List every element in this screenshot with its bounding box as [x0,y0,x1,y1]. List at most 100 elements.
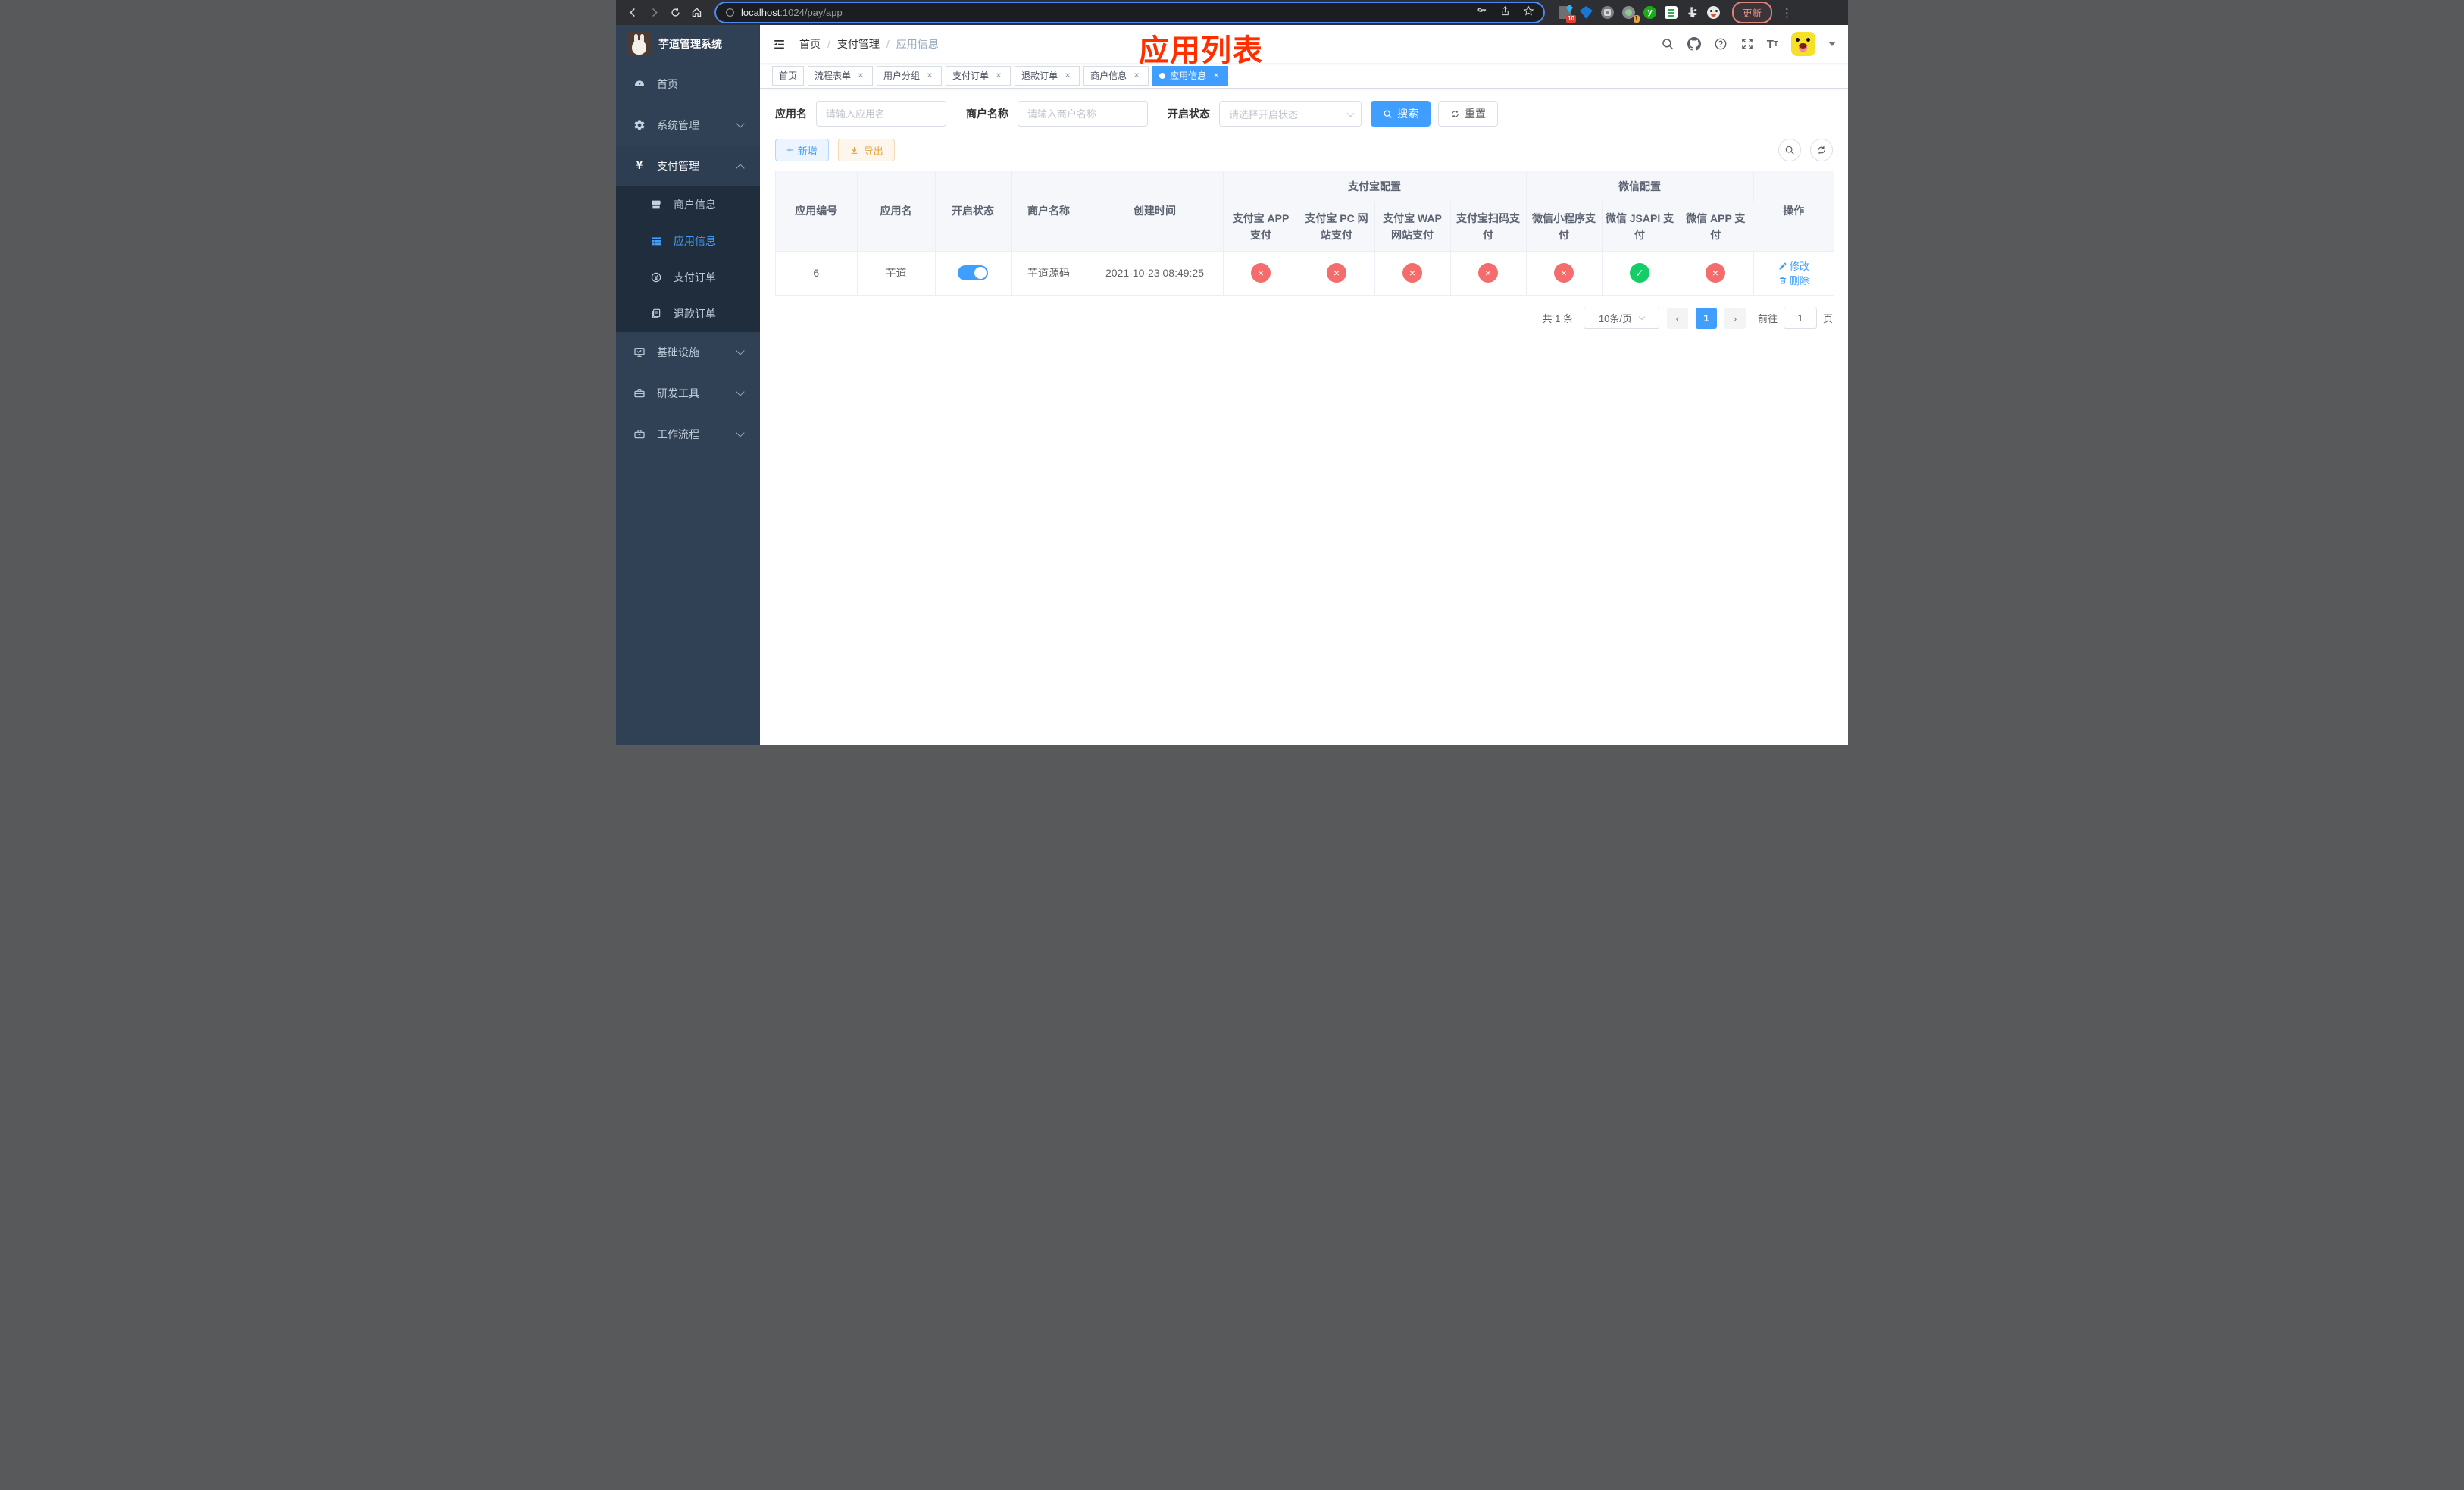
bookmark-star-icon[interactable] [1523,5,1534,20]
user-menu-caret-icon[interactable] [1828,42,1836,46]
browser-reload-button[interactable] [666,4,684,22]
close-icon[interactable]: × [1131,70,1142,81]
extension-badge: 1 [1633,15,1640,23]
browser-chrome: localhost:1024/pay/app 10 1 y 更新 ⋮ [616,0,1848,25]
sidebar-item-payment[interactable]: ¥ 支付管理 [616,146,760,186]
sidebar-item-home[interactable]: 首页 [616,64,760,105]
extension-icon-command[interactable] [1601,6,1614,19]
sidebar-item-system[interactable]: 系统管理 [616,105,760,146]
key-icon[interactable] [1476,5,1487,20]
sidebar-item-workflow[interactable]: 工作流程 [616,414,760,455]
browser-back-button[interactable] [624,4,642,22]
sidebar-item-dev-tools[interactable]: 研发工具 [616,373,760,414]
chevron-up-icon [736,164,745,173]
tag-user-group[interactable]: 用户分组 × [877,65,943,86]
toggle-search-button[interactable] [1778,139,1801,161]
sidebar-collapse-icon[interactable] [772,36,787,52]
chevron-down-icon [736,428,745,437]
search-icon[interactable] [1661,37,1674,51]
app-logo[interactable]: 芋道管理系统 [616,25,760,63]
tag-label: 用户分组 [883,70,921,81]
browser-home-button[interactable] [687,4,705,22]
help-icon[interactable] [1714,37,1728,51]
profile-avatar-icon[interactable] [1707,6,1720,19]
breadcrumb-separator: / [886,38,890,50]
status-badge-alipay-wap: × [1402,263,1422,283]
tag-refund-orders[interactable]: 退款订单 × [1015,65,1080,86]
share-icon[interactable] [1499,5,1511,20]
column-header-merchant: 商户名称 [1011,171,1087,252]
extensions-puzzle-icon[interactable] [1686,6,1699,19]
documents-icon [649,308,663,320]
prev-page-button[interactable]: ‹ [1666,307,1688,329]
search-button-label: 搜索 [1397,108,1418,120]
sidebar-item-refund-orders[interactable]: 退款订单 [616,296,760,332]
merchant-name-input[interactable] [1018,101,1148,127]
status-select[interactable]: 请选择开启状态 [1219,101,1362,127]
url-text: localhost:1024/pay/app [741,7,843,18]
shop-icon [649,199,663,211]
extension-icon-recorder[interactable]: 1 [1622,6,1640,23]
site-info-icon[interactable] [725,8,735,17]
dashboard-icon [633,78,646,90]
column-header-status: 开启状态 [935,171,1012,252]
close-icon[interactable]: × [1062,70,1073,81]
delete-button[interactable]: 删除 [1778,273,1809,287]
sidebar-item-label: 工作流程 [657,428,699,440]
reset-button[interactable]: 重置 [1438,101,1498,127]
extension-icon-y[interactable]: y [1643,6,1656,19]
breadcrumb-home[interactable]: 首页 [799,36,821,52]
address-bar[interactable]: localhost:1024/pay/app [716,3,1543,22]
tag-merchant-info[interactable]: 商户信息 × [1083,65,1149,86]
close-icon[interactable]: × [855,70,866,81]
sidebar-item-merchant-info[interactable]: 商户信息 [616,186,760,223]
tag-label: 支付订单 [952,70,990,81]
column-header-app-id: 应用编号 [776,171,858,252]
tag-app-info[interactable]: 应用信息 × [1152,65,1229,86]
goto-page-input[interactable] [1783,307,1817,329]
github-icon[interactable] [1687,37,1701,51]
user-avatar[interactable] [1791,32,1815,56]
refresh-table-button[interactable] [1810,139,1833,161]
trash-icon [1779,277,1786,283]
breadcrumb-payment[interactable]: 支付管理 [837,36,880,52]
sidebar-item-infrastructure[interactable]: 基础设施 [616,332,760,373]
browser-menu-icon[interactable]: ⋮ [1775,6,1796,20]
gear-icon [633,119,646,131]
font-size-icon[interactable]: TT [1767,38,1778,51]
close-icon[interactable]: × [924,70,935,81]
browser-forward-button[interactable] [645,4,663,22]
tag-pay-orders[interactable]: 支付订单 × [946,65,1012,86]
sidebar-item-label: 商户信息 [674,199,716,211]
cell-app-id: 6 [776,251,858,296]
app-name-input[interactable] [816,101,946,127]
add-button[interactable]: + 新增 [775,139,829,161]
extension-icon-gem[interactable] [1580,6,1593,19]
column-header-wx-mini: 微信小程序支付 [1526,202,1603,252]
tag-process-form[interactable]: 流程表单 × [808,65,874,86]
screen: localhost:1024/pay/app 10 1 y 更新 ⋮ 芋道管理系… [616,0,1848,745]
close-icon[interactable]: × [1211,70,1221,81]
page-size-select[interactable]: 10条/页 [1583,307,1659,329]
plus-icon: + [786,143,793,157]
edit-button[interactable]: 修改 [1778,258,1809,273]
tag-home[interactable]: 首页 [772,65,805,86]
next-page-button[interactable]: › [1724,307,1746,329]
delete-label: 删除 [1789,275,1809,286]
app-root: 芋道管理系统 首页 系统管理 ¥ 支付管理 商户信息 应用信息 支付订单 退款订… [616,25,1848,745]
extension-icon-grid[interactable]: 10 [1559,6,1576,23]
fullscreen-icon[interactable] [1740,37,1754,51]
chevron-down-icon [1638,313,1646,321]
search-button[interactable]: 搜索 [1371,101,1431,127]
export-button[interactable]: 导出 [837,139,895,161]
app-title: 芋道管理系统 [658,38,722,50]
page-number-button[interactable]: 1 [1695,307,1717,329]
extension-icon-notes[interactable] [1665,6,1678,19]
tag-label: 商户信息 [1090,70,1127,81]
close-icon[interactable]: × [993,70,1004,81]
sidebar-item-pay-orders[interactable]: 支付订单 [616,259,760,296]
sidebar-item-app-info[interactable]: 应用信息 [616,223,760,259]
browser-update-button[interactable]: 更新 [1732,2,1773,23]
status-badge-wx-mini: × [1554,263,1574,283]
status-toggle[interactable] [958,265,988,280]
